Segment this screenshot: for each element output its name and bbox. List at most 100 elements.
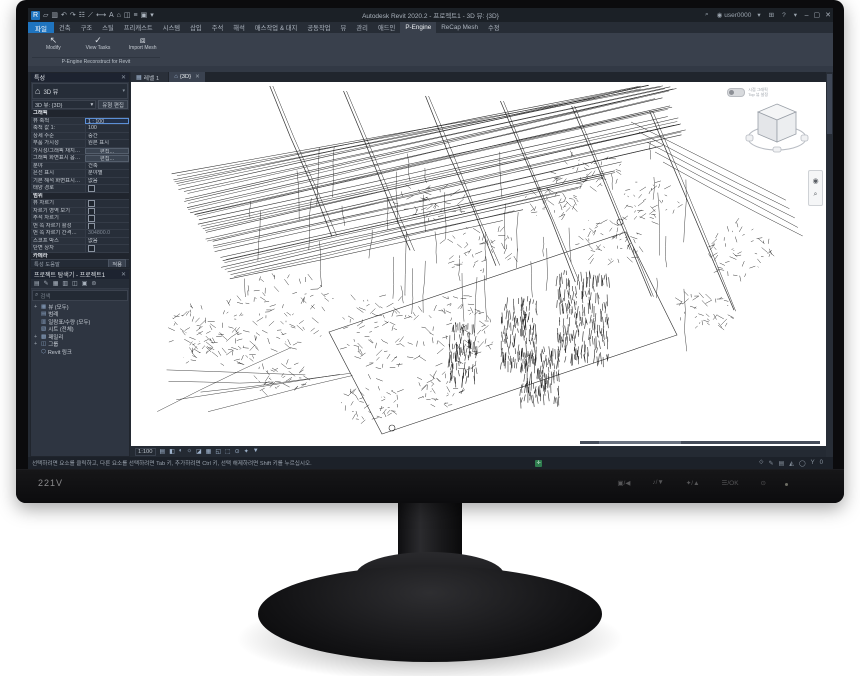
viewport-toggle[interactable]: 시점 그래픽 Top 뷰 설정 bbox=[727, 88, 768, 97]
file-menu-button[interactable]: 파일 bbox=[28, 22, 54, 33]
browser-toolbar-icon[interactable]: ▦ bbox=[53, 280, 59, 287]
view-control-icon[interactable]: ▦ bbox=[206, 448, 212, 455]
browser-toolbar-icon[interactable]: ▣ bbox=[82, 280, 88, 287]
view-tab[interactable]: ⌂ {3D} ✕ bbox=[169, 72, 205, 82]
ribbon-tab[interactable]: 애드인 bbox=[373, 22, 400, 33]
scale-button[interactable]: 1:100 bbox=[135, 448, 156, 456]
browser-search[interactable]: ⌕ 검색 bbox=[32, 290, 128, 301]
view-combo[interactable]: 3D 뷰: {3D}▾ bbox=[32, 100, 96, 109]
view-control-icon[interactable]: ◱ bbox=[215, 448, 221, 455]
qat-icon[interactable]: ▣ bbox=[141, 11, 148, 20]
view-control-icon[interactable]: ✦ bbox=[244, 448, 249, 455]
status-icon[interactable]: ▤ bbox=[779, 460, 785, 467]
viewcube[interactable] bbox=[744, 98, 810, 158]
toggle-switch-icon[interactable] bbox=[727, 88, 745, 97]
osd-button[interactable]: ⊙ bbox=[761, 479, 766, 487]
ribbon-tab[interactable]: 구조 bbox=[76, 22, 98, 33]
browser-toolbar-icon[interactable]: ▥ bbox=[62, 280, 68, 287]
property-value[interactable]: 없음 bbox=[85, 178, 129, 185]
close-icon[interactable]: ✕ bbox=[121, 271, 126, 278]
qat-icon[interactable]: ▱ bbox=[43, 11, 48, 20]
ribbon-tab[interactable]: 매스작업 & 대지 bbox=[250, 22, 302, 33]
view-control-icon[interactable]: ▤ bbox=[160, 448, 166, 455]
view-control-icon[interactable]: ◪ bbox=[196, 448, 202, 455]
property-value[interactable] bbox=[85, 185, 129, 192]
close-icon[interactable]: ✕ bbox=[195, 74, 200, 80]
qat-icon[interactable]: ⟋ bbox=[88, 11, 93, 20]
view-control-icon[interactable]: ⬚ bbox=[225, 448, 231, 455]
ribbon-button[interactable]: ↖ Modify bbox=[36, 34, 71, 52]
window-control-button[interactable]: ▢ bbox=[814, 11, 821, 19]
property-value[interactable]: 1 : 100 bbox=[85, 118, 129, 125]
qat-icon[interactable]: ▾ bbox=[150, 11, 154, 20]
viewport[interactable]: 시점 그래픽 Top 뷰 설정 ◉ bbox=[131, 82, 826, 446]
property-value[interactable] bbox=[85, 223, 129, 230]
status-icon[interactable]: Y bbox=[811, 460, 815, 467]
property-value[interactable]: 건축 bbox=[85, 163, 129, 170]
property-value[interactable]: 없음 bbox=[85, 238, 129, 245]
close-icon[interactable]: ✕ bbox=[121, 74, 126, 81]
type-selector[interactable]: ⌂ 3D 뷰 ▾ bbox=[32, 83, 128, 99]
tree-item[interactable]: + ◫ 그룹 bbox=[31, 341, 129, 349]
view-control-icon[interactable]: ⊙ bbox=[235, 448, 240, 455]
ribbon-tab[interactable]: 주석 bbox=[207, 22, 229, 33]
property-value[interactable]: 없음 bbox=[85, 268, 129, 269]
qat-icon[interactable]: ☷ bbox=[79, 11, 85, 20]
qat-icon[interactable]: ⟷ bbox=[96, 11, 106, 20]
status-icon[interactable]: 0 bbox=[820, 460, 823, 467]
browser-toolbar-icon[interactable]: ✎ bbox=[44, 280, 49, 287]
ribbon-tab[interactable]: 해석 bbox=[228, 22, 250, 33]
edit-type-button[interactable]: 유형 편집 bbox=[98, 100, 128, 109]
window-control-button[interactable]: – bbox=[805, 12, 809, 19]
titlebar-icon[interactable]: ⊞ bbox=[769, 11, 776, 19]
status-icon[interactable]: ◯ bbox=[799, 460, 806, 467]
qat-icon[interactable]: ⌂ bbox=[117, 11, 121, 20]
property-value[interactable]: 중간 bbox=[85, 133, 129, 140]
tree-item[interactable]: ▧ 시트 (전체) bbox=[31, 326, 129, 334]
ribbon-tab[interactable]: 삽입 bbox=[185, 22, 207, 33]
property-value[interactable]: 원본 표시 bbox=[85, 140, 129, 147]
property-value[interactable] bbox=[85, 200, 129, 207]
ribbon-tab[interactable]: 스틸 bbox=[97, 22, 119, 33]
property-value[interactable]: 편집... bbox=[85, 155, 129, 162]
qat-icon[interactable]: ▥ bbox=[51, 11, 58, 20]
status-icon[interactable]: ◭ bbox=[789, 460, 794, 467]
zoom-icon[interactable]: ⌕ bbox=[814, 191, 818, 199]
tree-item[interactable]: ⬡ Revit 링크 bbox=[31, 348, 129, 356]
vertical-scrollbar[interactable] bbox=[826, 72, 833, 457]
ribbon-tab[interactable]: 관리 bbox=[351, 22, 373, 33]
titlebar-icon[interactable]: ◉user0000 bbox=[717, 11, 752, 19]
qat-icon[interactable]: R bbox=[31, 11, 40, 20]
titlebar-icon[interactable]: ▾ bbox=[757, 11, 762, 19]
view-control-icon[interactable]: ☼ bbox=[186, 448, 192, 455]
view-tab[interactable]: ▦ 레벨 1 bbox=[131, 72, 168, 82]
qat-icon[interactable]: ≡ bbox=[134, 11, 138, 20]
qat-icon[interactable]: ◫ bbox=[124, 11, 131, 20]
ribbon-tab[interactable]: 공동작업 bbox=[302, 22, 335, 33]
ribbon-tab[interactable]: 뷰 bbox=[336, 22, 352, 33]
titlebar-icon[interactable]: ? bbox=[782, 12, 788, 19]
window-control-button[interactable]: ✕ bbox=[825, 11, 831, 19]
apply-button[interactable]: 적용 bbox=[108, 259, 126, 269]
qat-icon[interactable]: ↷ bbox=[70, 11, 76, 20]
property-value[interactable] bbox=[85, 245, 129, 252]
ribbon-tab[interactable]: 건축 bbox=[54, 22, 76, 33]
browser-toolbar-icon[interactable]: ◫ bbox=[72, 280, 78, 287]
view-control-icon[interactable]: ◐ bbox=[179, 448, 183, 455]
ribbon-tab[interactable]: 수정 bbox=[483, 22, 505, 33]
property-value[interactable]: 편집... bbox=[85, 148, 129, 155]
titlebar-icon[interactable]: ⌕ bbox=[705, 11, 711, 19]
tree-item[interactable]: + ▦ 뷰 (모두) bbox=[31, 303, 129, 311]
ribbon-tab[interactable]: 프리캐스트 bbox=[119, 22, 158, 33]
browser-toolbar-icon[interactable]: ▤ bbox=[34, 280, 40, 287]
browser-toolbar-icon[interactable]: ⊜ bbox=[91, 280, 96, 287]
ribbon-tab[interactable]: ReCap Mesh bbox=[436, 22, 483, 33]
titlebar-icon[interactable]: ▾ bbox=[794, 11, 799, 19]
properties-help[interactable]: 특성 도움말 bbox=[34, 260, 60, 268]
property-value[interactable] bbox=[85, 208, 129, 215]
property-value[interactable]: 304800.0 bbox=[85, 230, 129, 237]
status-icon[interactable]: ✎ bbox=[769, 460, 774, 467]
osd-button[interactable]: ▣/◀ bbox=[617, 479, 630, 487]
osd-button[interactable]: ♪/▼ bbox=[652, 479, 664, 487]
navigation-bar[interactable]: ◉ ⌕ bbox=[808, 170, 823, 206]
